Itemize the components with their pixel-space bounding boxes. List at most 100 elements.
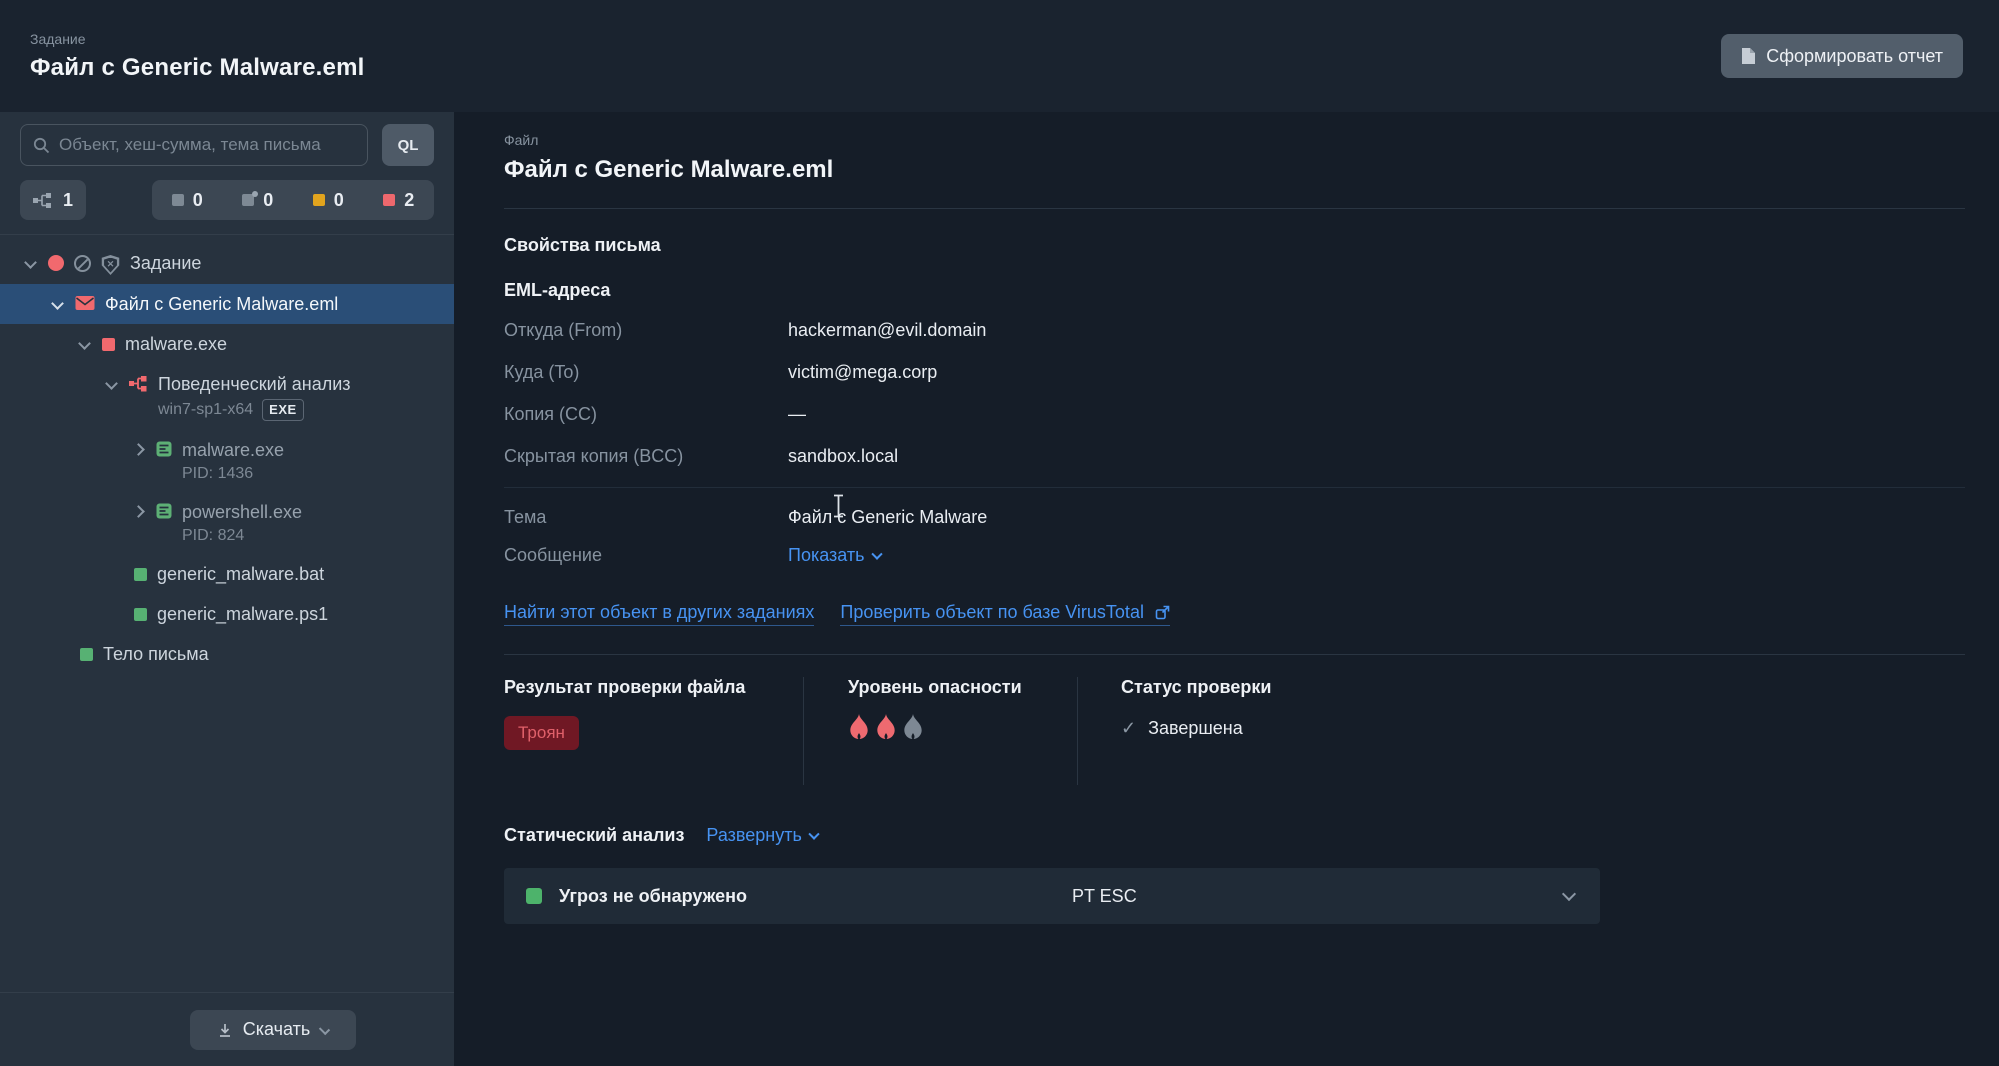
danger-level-column: Уровень опасности	[803, 677, 1077, 785]
check-status-column: Статус проверки ✓ Завершена	[1077, 677, 1271, 785]
severity-counters: 0 0 0 2	[152, 180, 434, 220]
tree-item-label: Задание	[130, 253, 202, 273]
chevron-down-icon[interactable]	[78, 337, 91, 350]
severity-counter-value: 0	[333, 189, 344, 210]
tree-item[interactable]: Поведенческий анализ win7-sp1-x64 EXE	[0, 364, 454, 430]
object-tree: ✕ Задание Файл с Generic Malware.eml malwar…	[0, 235, 454, 992]
expand-link[interactable]: Развернуть	[706, 825, 820, 846]
clean-file-icon	[80, 648, 93, 661]
tree-item[interactable]: Тело письма	[0, 634, 454, 674]
virustotal-label: Проверить объект по базе VirusTotal	[840, 602, 1144, 622]
app-window: Задание Файл с Generic Malware.eml Сформ…	[0, 0, 1999, 1066]
task-kicker: Задание	[30, 30, 86, 47]
chevron-down-icon	[870, 548, 883, 560]
check-status-title: Статус проверки	[1121, 677, 1272, 697]
chevron-down-icon[interactable]	[105, 377, 118, 390]
tree-item[interactable]: generic_malware.ps1	[0, 594, 454, 634]
tree-item[interactable]: powershell.exe PID: 824	[0, 492, 454, 554]
external-link-icon	[1155, 605, 1170, 620]
tree-item[interactable]: Файл с Generic Malware.eml	[0, 284, 454, 324]
download-label: Скачать	[242, 1019, 311, 1039]
severity-counter-suspicious[interactable]: 0	[312, 189, 344, 211]
task-header: Задание Файл с Generic Malware.eml Сформ…	[0, 0, 1999, 112]
tree-item[interactable]: malware.exe	[0, 324, 454, 364]
generate-report-label: Сформировать отчет	[1766, 45, 1943, 66]
static-analysis-title: Статический анализ	[504, 825, 685, 845]
eml-property-row: Скрытая копия (BCC) sandbox.local	[504, 443, 1965, 469]
engine-label: PT ESC	[1072, 885, 1137, 906]
suspicious-square-icon	[312, 194, 325, 206]
danger-dot-icon	[48, 255, 64, 271]
eml-property-row: Откуда (From) hackerman@evil.domain	[504, 317, 1965, 343]
tree-item-label: malware.exe	[125, 334, 228, 354]
static-analysis-result-bar[interactable]: Угроз не обнаружено PT ESC	[504, 868, 1600, 924]
status-line: ✓ Завершена	[1121, 718, 1271, 739]
eml-address-rows: Откуда (From) hackerman@evil.domain Куда (…	[504, 317, 1965, 469]
tree-counter-value: 1	[63, 189, 74, 210]
property-value: sandbox.local	[788, 446, 899, 466]
tree-item-label: Поведенческий анализ	[158, 374, 351, 394]
tree-item[interactable]: generic_malware.bat	[0, 554, 454, 594]
neutral-square-icon	[171, 194, 184, 206]
tree-item-sublabel: win7-sp1-x64 EXE	[158, 399, 351, 421]
divider	[504, 654, 1965, 655]
tree-item-label: Тело письма	[103, 644, 209, 664]
tree-item-label: Файл с Generic Malware.eml	[105, 294, 339, 314]
tree-item-label: malware.exe	[182, 440, 285, 460]
flame-icon	[902, 714, 924, 745]
object-links-row: Найти этот объект в других заданиях Пров…	[504, 602, 1965, 626]
message-label: Сообщение	[504, 545, 602, 565]
chevron-right-icon[interactable]	[132, 505, 145, 518]
search-row: QL	[20, 124, 434, 166]
flame-icon	[875, 714, 897, 745]
task-title: Файл с Generic Malware.eml	[30, 53, 365, 81]
tree-item[interactable]: malware.exe PID: 1436	[0, 430, 454, 492]
property-label: Откуда (From)	[504, 320, 623, 340]
tree-item-label: powershell.exe	[182, 502, 303, 522]
file-kicker: Файл	[504, 132, 539, 148]
severity-counter-unchecked[interactable]: 0	[242, 190, 273, 211]
search-input[interactable]	[59, 135, 355, 155]
counters-row: 1 0 0 0 2	[20, 180, 434, 220]
ql-button[interactable]: QL	[382, 124, 434, 166]
dangerous-square-icon	[383, 194, 396, 206]
clean-file-icon	[134, 568, 147, 581]
property-label: Скрытая копия (BCC)	[504, 446, 684, 466]
subject-label: Тема	[504, 507, 547, 527]
malicious-file-icon	[102, 338, 115, 351]
find-object-link[interactable]: Найти этот объект в других заданиях	[504, 602, 815, 626]
trojan-badge: Троян	[504, 716, 579, 750]
tree-counter-chip[interactable]: 1	[20, 180, 87, 220]
chevron-right-icon[interactable]	[132, 443, 145, 456]
download-button[interactable]: Скачать	[190, 1009, 356, 1050]
severity-counter-neutral[interactable]: 0	[171, 190, 203, 211]
subject-row: Тема Файл с Generic Malware	[504, 504, 1965, 530]
chevron-down-icon[interactable]	[24, 256, 37, 269]
severity-counter-value: 2	[404, 189, 415, 210]
unchecked-square-icon	[242, 191, 259, 206]
property-value: —	[788, 404, 806, 424]
search-input-box[interactable]	[20, 124, 368, 166]
download-bar: Скачать	[0, 992, 454, 1066]
severity-counter-value: 0	[263, 189, 274, 210]
eml-property-row: Куда (To) victim@mega.corp	[504, 359, 1965, 385]
file-title: Файл с Generic Malware.eml	[504, 156, 834, 183]
tree-item-sublabel: PID: 824	[182, 527, 245, 544]
chevron-down-icon[interactable]	[51, 297, 64, 310]
document-icon	[1742, 48, 1756, 64]
sidebar: QL 1 0 0 0 2 ✕ Задание Файл с Generic Malware…	[0, 112, 454, 1066]
virustotal-link[interactable]: Проверить объект по базе VirusTotal	[840, 602, 1170, 626]
clean-verdict-icon	[526, 888, 542, 904]
eml-addresses-title: EML-адреса	[504, 280, 611, 300]
message-row: Сообщение Показать	[504, 542, 1965, 568]
static-verdict-label: Угроз не обнаружено	[559, 885, 747, 906]
tree-item[interactable]: ✕ Задание	[0, 243, 454, 284]
chevron-down-icon	[319, 1023, 331, 1036]
divider	[504, 208, 1965, 209]
show-message-link[interactable]: Показать	[788, 542, 883, 568]
behavior-analysis-icon	[129, 376, 147, 392]
severity-counter-dangerous[interactable]: 2	[383, 190, 414, 211]
shield-x-icon: ✕	[101, 255, 120, 275]
generate-report-button[interactable]: Сформировать отчет	[1721, 34, 1963, 78]
tree-item-label: generic_malware.ps1	[157, 604, 329, 624]
